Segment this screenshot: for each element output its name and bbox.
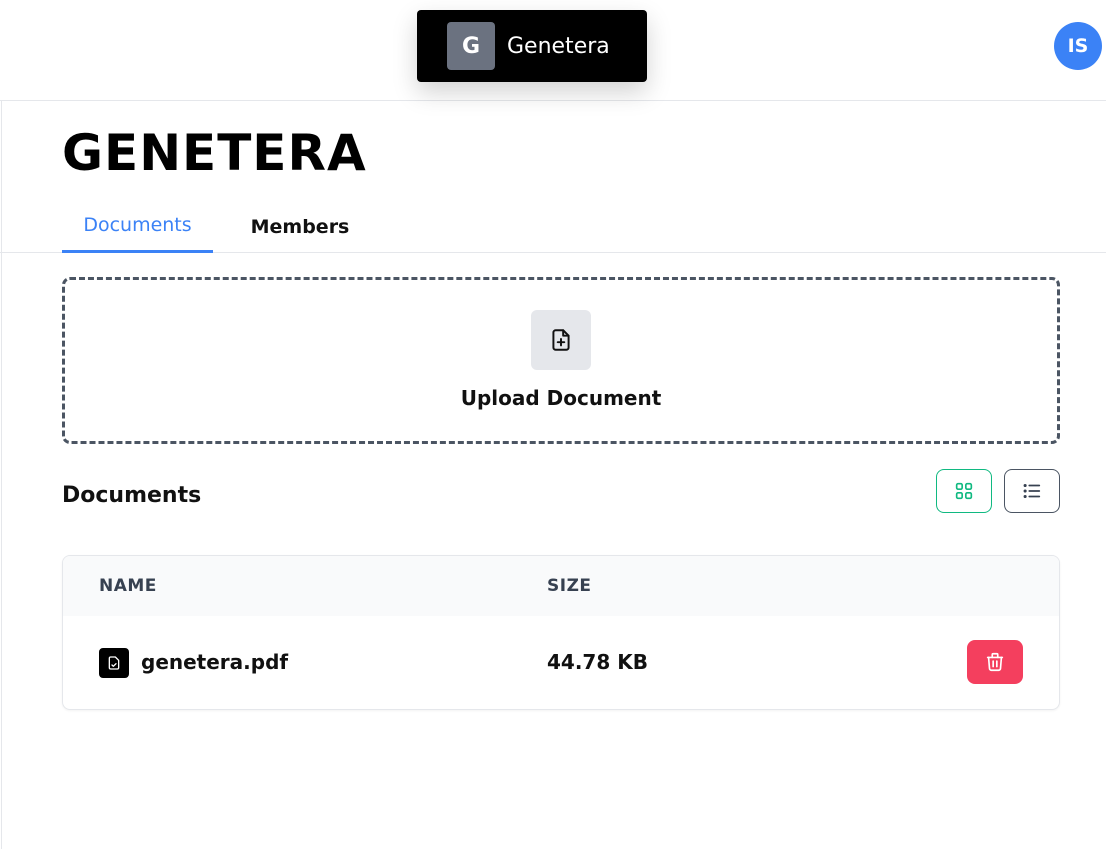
delete-button[interactable] <box>967 640 1023 684</box>
grid-icon <box>955 482 973 500</box>
table-row: genetera.pdf 44.78 KB <box>63 616 1059 709</box>
column-header-name: NAME <box>99 576 157 596</box>
tab-members[interactable]: Members <box>232 200 368 253</box>
grid-view-button[interactable] <box>936 469 992 513</box>
tab-bar: Documents Members <box>0 200 1106 253</box>
file-name[interactable]: genetera.pdf <box>141 650 288 674</box>
upload-dropzone[interactable]: Upload Document <box>62 277 1060 444</box>
table-header: NAME SIZE <box>63 556 1059 616</box>
file-plus-icon <box>531 310 591 370</box>
column-header-size: SIZE <box>547 576 592 596</box>
file-size: 44.78 KB <box>547 650 648 674</box>
documents-heading: Documents <box>62 483 202 508</box>
list-view-button[interactable] <box>1004 469 1060 513</box>
list-icon <box>1023 483 1041 499</box>
user-avatar[interactable]: IS <box>1054 22 1102 70</box>
upload-label: Upload Document <box>460 386 662 410</box>
workspace-initial: G <box>447 22 495 70</box>
app-root: G Genetera IS GENETERA Documents Members… <box>0 0 1106 849</box>
workspace-switcher[interactable]: G Genetera <box>417 10 647 82</box>
documents-table: NAME SIZE genetera.pdf 44.78 KB <box>62 555 1060 710</box>
file-pdf-icon <box>99 648 129 678</box>
trash-icon <box>986 652 1004 672</box>
top-bar: G Genetera IS <box>0 0 1106 101</box>
page-title: GENETERA <box>62 124 367 182</box>
tab-documents[interactable]: Documents <box>62 200 213 253</box>
workspace-name: Genetera <box>507 33 610 59</box>
